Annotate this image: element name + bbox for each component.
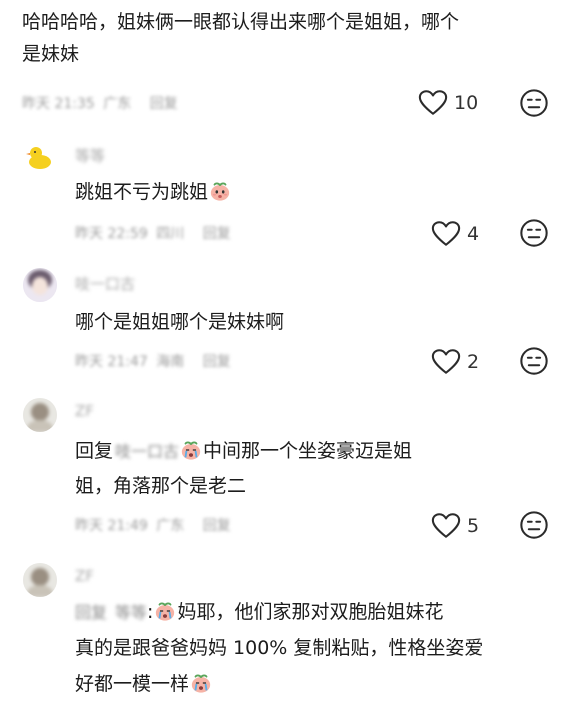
meh-face-icon xyxy=(519,510,549,540)
reply-text-content: 中间那一个坐姿豪迈是姐 xyxy=(203,440,413,462)
reply-text: 跳姐不亏为跳姐 xyxy=(75,176,232,208)
like-count: 10 xyxy=(454,92,479,114)
mention-username[interactable]: 等等 xyxy=(115,597,147,629)
avatar[interactable] xyxy=(23,398,57,432)
username[interactable]: ZF xyxy=(75,402,94,420)
dislike-button[interactable] xyxy=(519,346,549,376)
reply-text-line3: 好都一模一样 xyxy=(75,668,213,700)
reply-text-line1: 回复 吱一口古 中间那一个坐姿豪迈是姐 xyxy=(75,435,412,468)
heart-outline-icon xyxy=(431,220,461,247)
duck-avatar-icon xyxy=(26,147,51,169)
comment-meta: 昨天 21:35 广东 回复 xyxy=(22,93,178,113)
username[interactable]: 吱一口古 xyxy=(75,273,135,294)
avatar[interactable] xyxy=(23,268,57,302)
reply-location: 广东 xyxy=(156,518,185,534)
reply-prefix: 回复 xyxy=(75,603,108,622)
reply-location: 海南 xyxy=(156,354,185,370)
username[interactable]: ZF xyxy=(75,567,94,585)
comment-location: 广东 xyxy=(103,96,132,112)
user-avatar-icon xyxy=(23,268,57,302)
meh-face-icon xyxy=(519,218,549,248)
comment-reply-button[interactable]: 回复 xyxy=(150,96,178,112)
user-avatar-icon xyxy=(23,563,57,597)
reply-text-line2: 真的是跟爸爸妈妈 100% 复制粘贴，性格坐姿爱 xyxy=(75,637,484,659)
like-count: 2 xyxy=(467,351,480,373)
heart-outline-icon xyxy=(431,512,461,539)
dislike-button[interactable] xyxy=(519,218,549,248)
dislike-button[interactable] xyxy=(519,88,549,118)
reply-time: 昨天 21:47 xyxy=(75,354,148,370)
reply-prefix: 回复 xyxy=(75,440,114,462)
like-count: 4 xyxy=(467,223,480,245)
comment-text-line1: 哈哈哈哈，姐妹俩一眼都认得出来哪个是姐姐，哪个 xyxy=(22,11,460,33)
heart-outline-icon xyxy=(431,348,461,375)
username[interactable]: 等等 xyxy=(75,145,105,166)
reply-time: 昨天 21:49 xyxy=(75,518,148,534)
reply-text: 哪个是姐姐哪个是妹妹啊 xyxy=(75,311,285,333)
like-button[interactable] xyxy=(418,89,448,116)
reply-text-content: 妈耶，他们家那对双胞胎姐妹花 xyxy=(177,601,444,623)
reply-time: 昨天 22:59 xyxy=(75,226,148,242)
reply-location: 四川 xyxy=(156,226,185,242)
like-count: 5 xyxy=(467,515,480,537)
peach-crying-emoji xyxy=(190,672,212,694)
reply-text-line1: 回复 等等: 妈耶，他们家那对双胞胎姐妹花 xyxy=(75,596,443,629)
user-avatar-icon xyxy=(23,398,57,432)
like-button[interactable] xyxy=(431,348,461,375)
mention-username[interactable]: 吱一口古 xyxy=(115,436,179,468)
reply-button[interactable]: 回复 xyxy=(203,354,231,370)
dislike-button[interactable] xyxy=(519,510,549,540)
peach-crying-emoji xyxy=(154,600,176,622)
like-button[interactable] xyxy=(431,220,461,247)
reply-text-content: 好都一模一样 xyxy=(75,673,190,695)
reply-meta: 昨天 21:47 海南 回复 xyxy=(75,351,231,371)
reply-text-line2: 姐，角落那个是老二 xyxy=(75,475,247,497)
heart-outline-icon xyxy=(418,89,448,116)
like-button[interactable] xyxy=(431,512,461,539)
peach-face-emoji xyxy=(209,180,231,202)
meh-face-icon xyxy=(519,88,549,118)
reply-meta: 昨天 22:59 四川 回复 xyxy=(75,223,231,243)
reply-button[interactable]: 回复 xyxy=(203,226,231,242)
reply-meta: 昨天 21:49 广东 回复 xyxy=(75,515,231,535)
avatar[interactable] xyxy=(23,563,57,597)
colon: : xyxy=(147,601,154,623)
comment-time: 昨天 21:35 xyxy=(22,96,95,112)
reply-button[interactable]: 回复 xyxy=(203,518,231,534)
reply-text-content: 跳姐不亏为跳姐 xyxy=(75,181,209,203)
meh-face-icon xyxy=(519,346,549,376)
comment-text-line2: 是妹妹 xyxy=(22,43,80,65)
peach-crying-emoji xyxy=(180,439,202,461)
avatar[interactable] xyxy=(23,140,57,174)
